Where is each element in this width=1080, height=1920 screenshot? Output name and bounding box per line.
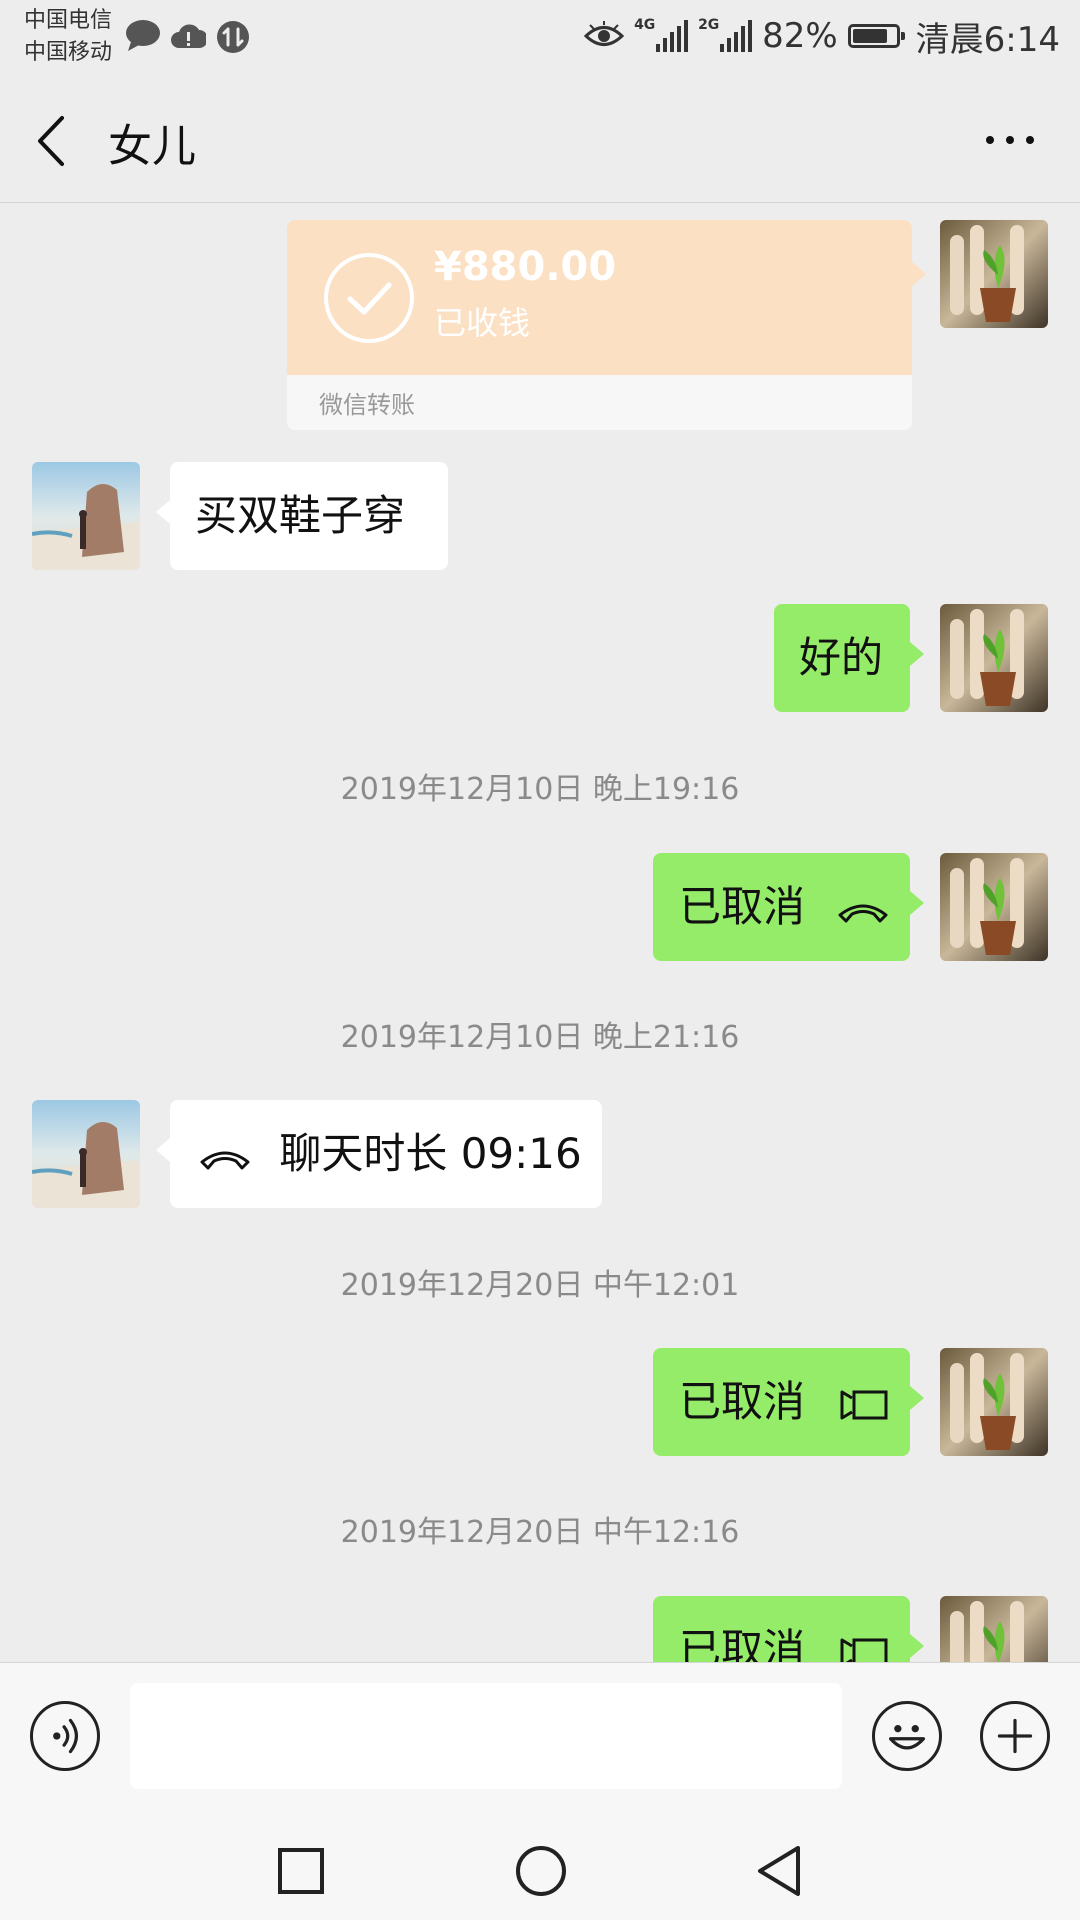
more-options-button[interactable] [980, 120, 1040, 160]
carrier-label-1: 中国电信 [24, 8, 113, 33]
phone-hangup-icon [838, 904, 888, 922]
back-button[interactable] [28, 108, 78, 174]
voice-input-button[interactable] [30, 1701, 100, 1771]
contact-avatar[interactable] [32, 462, 140, 570]
self-avatar[interactable] [940, 853, 1048, 961]
signal-icon-1: 4G [634, 18, 689, 52]
transfer-status: 已收钱 [434, 304, 531, 342]
carrier-label-2: 中国移动 [24, 40, 113, 65]
transfer-footer-label: 微信转账 [319, 391, 415, 419]
status-right: 4G 2G 82% 清晨6:14 [584, 14, 1060, 60]
received-check-icon [324, 253, 414, 343]
message-timestamp: 2019年12月10日 晚上19:16 [340, 772, 740, 807]
outgoing-message-bubble[interactable]: 好的 [774, 604, 924, 712]
status-bar: 中国电信 中国移动 4G 2G 82% 清晨6:14 [0, 0, 1080, 80]
cancelled-voice-call-bubble[interactable]: 已取消 [653, 853, 924, 961]
home-button[interactable] [514, 1844, 568, 1898]
transfer-card-tail [912, 262, 926, 286]
message-timestamp: 2019年12月10日 晚上21:16 [340, 1020, 740, 1055]
battery-percent: 82% [762, 16, 838, 56]
transfer-card[interactable]: ¥880.00 已收钱 微信转账 [287, 220, 912, 430]
voice-call-duration-bubble[interactable]: 聊天时长 09:16 [156, 1100, 602, 1208]
call-duration-label: 聊天时长 09:16 [279, 1129, 582, 1178]
message-input-bar [0, 1662, 1080, 1811]
contact-avatar[interactable] [32, 1100, 140, 1208]
emoji-button[interactable] [872, 1701, 942, 1771]
self-avatar[interactable] [940, 220, 1048, 328]
call-status-label: 已取消 [679, 882, 806, 931]
cloud-alert-icon [171, 24, 206, 48]
incoming-message-bubble[interactable]: 买双鞋子穿 [156, 462, 448, 570]
chat-notification-icon [126, 20, 160, 51]
clock: 清晨6:14 [915, 19, 1060, 60]
message-timestamp: 2019年12月20日 中午12:16 [340, 1515, 740, 1550]
phone-hangup-icon [200, 1151, 250, 1169]
data-sync-icon [217, 21, 249, 53]
chat-header: 女儿 [0, 80, 1080, 203]
call-status-label: 已取消 [679, 1377, 806, 1426]
system-nav-bar [0, 1810, 1080, 1920]
battery-icon [847, 24, 905, 48]
message-timestamp: 2019年12月20日 中午12:01 [340, 1268, 740, 1303]
message-input[interactable] [130, 1683, 842, 1789]
recent-apps-button[interactable] [276, 1846, 326, 1896]
cancelled-video-call-bubble[interactable]: 已取消 [653, 1348, 924, 1456]
eye-comfort-icon [584, 21, 625, 46]
add-attachment-button[interactable] [980, 1701, 1050, 1771]
chat-title: 女儿 [108, 121, 196, 172]
transfer-amount: ¥880.00 [434, 244, 617, 290]
video-call-icon [840, 1390, 888, 1419]
self-avatar[interactable] [940, 1348, 1048, 1456]
signal-icon-2: 2G [698, 18, 753, 52]
self-avatar[interactable] [940, 604, 1048, 712]
nav-back-button[interactable] [754, 1844, 804, 1898]
